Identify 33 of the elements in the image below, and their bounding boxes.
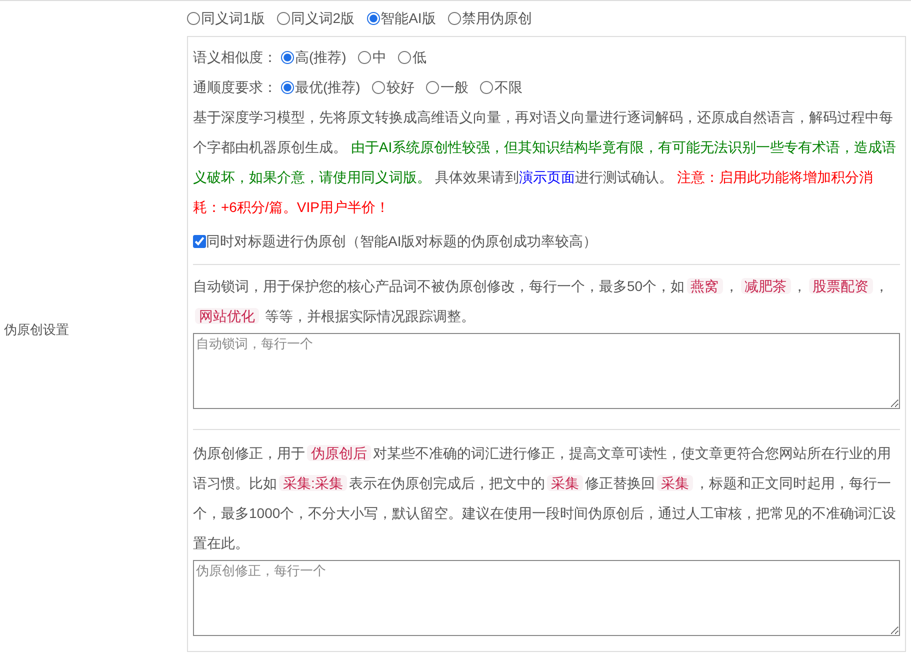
radio-option[interactable]: 中 xyxy=(372,46,386,68)
radio-option[interactable]: 高(推荐) xyxy=(295,46,346,68)
field-label: 语义相似度： xyxy=(193,48,277,66)
radio-button[interactable] xyxy=(281,80,294,94)
checkbox-label[interactable]: 同时对标题进行伪原创（智能AI版对标题的伪原创成功率较高） xyxy=(206,230,598,252)
radio-option[interactable]: 一般 xyxy=(440,76,468,98)
description-text: 基于深度学习模型，先将原文转换成高维语义向量，再对语义向量进行逐词解码，还原成自然语言，解码过程中每个字都由机器原创生成。 由于AI系统原创性较强，但其知识结构毕竟有限，有可能无法识别一些专有术语，造成语义破坏，如果介意，请使用同义词版。 具体效果请到演示页面进行测试确认。 注意：启用此功能将增加积分消耗：+6积分/篇。VIP用户半价！ xyxy=(193,108,898,217)
radio-button[interactable] xyxy=(187,12,200,25)
radio-button[interactable] xyxy=(426,80,440,94)
mode-option[interactable]: 禁用伪原创 xyxy=(462,8,532,29)
radio-option[interactable]: 低 xyxy=(412,46,426,68)
lock-words-field[interactable]: 自动锁词，每行一个 xyxy=(193,333,900,409)
radio-button[interactable] xyxy=(276,12,290,25)
section-label: 伪原创设置 xyxy=(4,320,69,339)
radio-option[interactable]: 最优(推荐) xyxy=(295,76,360,98)
mode-option[interactable]: 同义词1版 xyxy=(201,8,265,29)
radio-option[interactable]: 较好 xyxy=(386,76,414,98)
radio-button[interactable] xyxy=(358,50,372,64)
mode-option[interactable]: 同义词2版 xyxy=(290,8,355,29)
checkbox[interactable] xyxy=(193,234,206,248)
correction-text: 伪原创修正，用于 伪原创后 对某些不准确的词汇进行修正，提高文章可读性，使文章更符合您网站所在行业的用语习惯。比如 采集:采集 表示在伪原创完成后，把文中的 采集 修正替换回 采集 ，标题和正文同时起用，每行一个，最多1000个，不分大小写，默认留空。建议在使用一段时间伪原创后，通过人工审核，把常见的不准确词汇设置在此。 xyxy=(193,444,898,553)
field-label: 通顺度要求： xyxy=(193,78,277,96)
demo-page-link[interactable]: 演示页面 xyxy=(518,169,575,185)
radio-option[interactable]: 不限 xyxy=(494,76,522,98)
radio-button[interactable] xyxy=(480,80,494,94)
radio-button[interactable] xyxy=(281,50,294,64)
lock-words-text: 自动锁词，用于保护您的核心产品词不被伪原创修改，每行一个，最多50个，如 燕窝 ， 减肥茶 ， 股票配资 ， 网站优化 等等，并根据实际情况跟踪调整。 xyxy=(193,277,890,326)
radio-button[interactable] xyxy=(372,80,386,94)
radio-button[interactable] xyxy=(398,50,412,64)
radio-button[interactable] xyxy=(448,12,461,25)
correction-field[interactable]: 伪原创修正，每行一个 xyxy=(193,560,900,636)
radio-button[interactable] xyxy=(366,12,380,25)
mode-option[interactable]: 智能AI版 xyxy=(380,8,436,29)
